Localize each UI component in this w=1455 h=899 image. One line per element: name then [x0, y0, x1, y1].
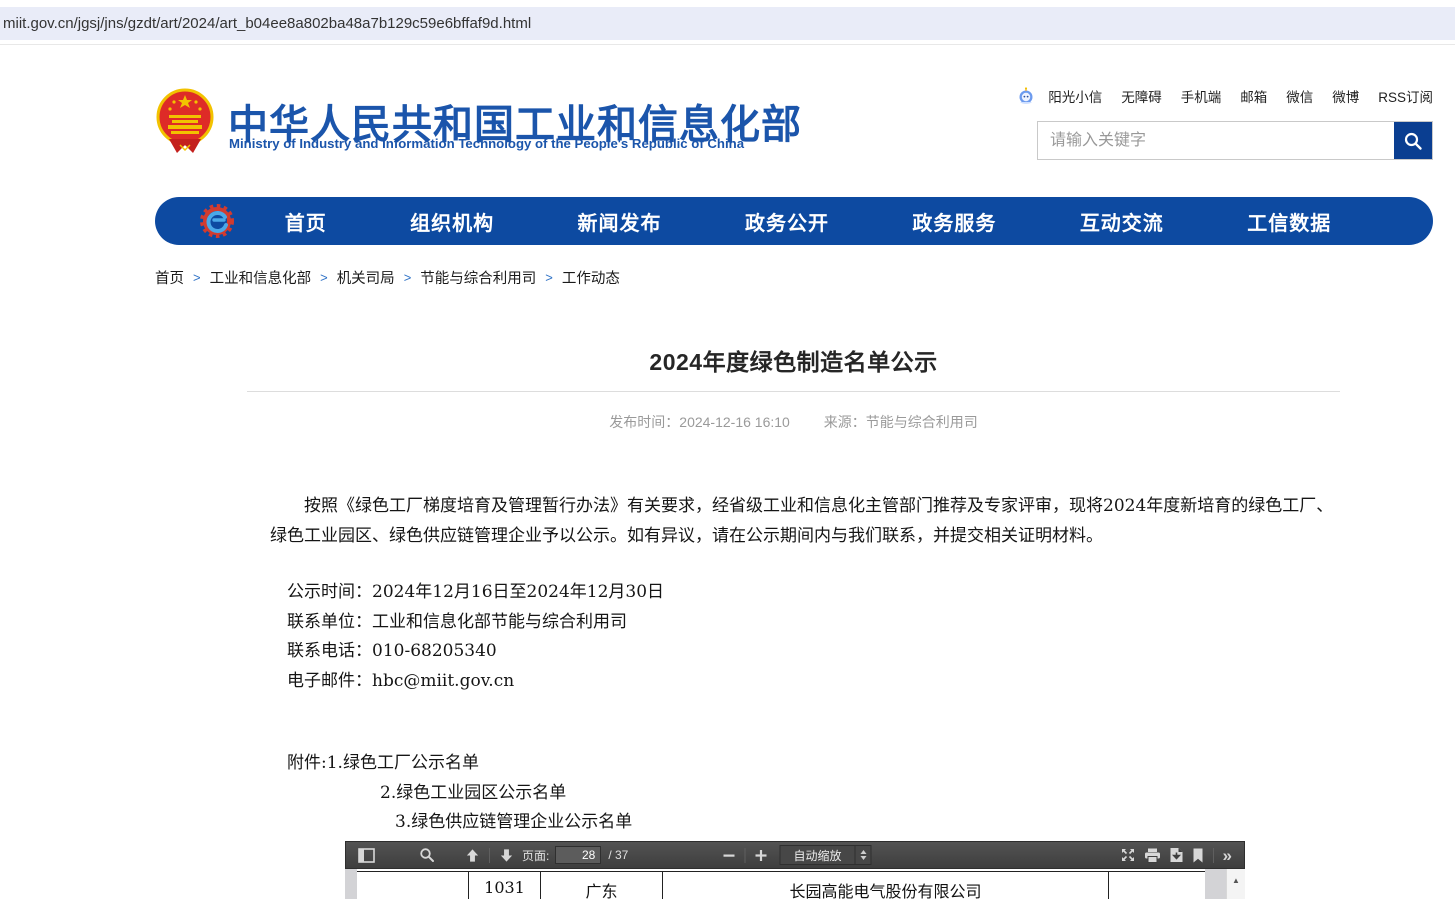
breadcrumb-separator: > — [320, 270, 328, 285]
breadcrumb-work-updates[interactable]: 工作动态 — [562, 267, 620, 288]
pdf-previous-page-button[interactable] — [461, 843, 484, 867]
attachment-list: 附件:1.绿色工厂公示名单 2.绿色工业园区公示名单 3.绿色供应链管理企业公示… — [270, 749, 1336, 838]
nav-item-news[interactable]: 新闻发布 — [578, 207, 662, 236]
plus-icon — [755, 849, 768, 862]
download-button[interactable] — [1165, 843, 1188, 867]
presentation-mode-button[interactable] — [1116, 843, 1140, 867]
main-navigation: 首页 组织机构 新闻发布 政务公开 政务服务 互动交流 工信数据 — [155, 197, 1433, 245]
pdf-next-page-button[interactable] — [495, 843, 518, 867]
quick-link-weibo[interactable]: 微博 — [1332, 86, 1359, 106]
nav-item-gov-services[interactable]: 政务服务 — [912, 207, 996, 236]
pdf-toolbar: 页面: / 37 自动缩放 — [345, 841, 1245, 869]
bookmark-icon — [1192, 848, 1204, 863]
table-cell-empty-left — [357, 872, 468, 899]
zoom-out-button[interactable] — [719, 843, 740, 867]
miit-gear-logo-icon[interactable] — [199, 203, 235, 239]
article-meta: 发布时间：2024-12-16 16:10 来源：节能与综合利用司 — [247, 412, 1340, 432]
attachment-3: 3.绿色供应链管理企业公示名单 — [395, 808, 1336, 838]
address-bar-divider — [0, 44, 1455, 45]
minus-icon — [723, 849, 736, 862]
contact-phone-line: 联系电话：010-68205340 — [287, 637, 1336, 667]
breadcrumb-separator: > — [404, 270, 412, 285]
nav-item-data[interactable]: 工信数据 — [1247, 207, 1331, 236]
pdf-sidebar-toggle-button[interactable] — [354, 843, 379, 867]
search-icon — [1403, 131, 1423, 151]
quick-link-mail[interactable]: 邮箱 — [1240, 86, 1267, 106]
breadcrumb-miit[interactable]: 工业和信息化部 — [210, 267, 312, 288]
bookmark-button[interactable] — [1188, 843, 1208, 867]
page-number-input[interactable] — [555, 846, 601, 864]
table-cell-province: 广东 — [540, 872, 662, 899]
nav-item-home[interactable]: 首页 — [285, 207, 327, 236]
title-divider — [247, 391, 1340, 392]
publish-time: 发布时间：2024-12-16 16:10 — [609, 414, 790, 430]
contact-info: 公示时间：2024年12月16日至2024年12月30日 联系单位：工业和信息化… — [287, 578, 1336, 696]
download-icon — [1169, 847, 1184, 863]
pdf-find-button[interactable] — [415, 843, 439, 867]
breadcrumb-separator: > — [193, 270, 201, 285]
page-title: 2024年度绿色制造名单公示 — [247, 343, 1340, 377]
nav-item-interaction[interactable]: 互动交流 — [1080, 207, 1164, 236]
table-cell-number: 1031 — [468, 872, 540, 899]
scroll-up-icon[interactable]: ▲ — [1232, 876, 1240, 885]
print-button[interactable] — [1140, 843, 1165, 867]
address-bar[interactable]: miit.gov.cn/jgsj/jns/gzdt/art/2024/art_b… — [0, 7, 1455, 40]
quick-link-rss[interactable]: RSS订阅 — [1378, 86, 1433, 106]
table-cell-empty-right — [1108, 872, 1205, 899]
pdf-toolbar-right: » — [1116, 843, 1236, 867]
national-emblem-logo — [155, 87, 215, 155]
site-subtitle: Ministry of Industry and Information Tec… — [229, 136, 744, 151]
pdf-zoom-controls: 自动缩放 — [719, 842, 872, 868]
breadcrumb-departments[interactable]: 机关司局 — [337, 267, 395, 288]
browser-window: miit.gov.cn/jgsj/jns/gzdt/art/2024/art_b… — [0, 0, 1455, 899]
quick-link-mobile[interactable]: 手机端 — [1181, 86, 1222, 106]
article-source: 来源：节能与综合利用司 — [824, 414, 978, 430]
arrow-down-icon — [499, 848, 514, 863]
quick-link-accessibility[interactable]: 无障碍 — [1121, 86, 1162, 106]
zoom-mode-select[interactable]: 自动缩放 — [780, 845, 872, 865]
breadcrumb-separator: > — [545, 270, 553, 285]
pdf-content-area: 1031 广东 长园高能电气股份有限公司 ▲ — [345, 869, 1245, 899]
publicity-period-line: 公示时间：2024年12月16日至2024年12月30日 — [287, 578, 1336, 608]
fullscreen-icon — [1120, 847, 1136, 863]
contact-email-line: 电子邮件：hbc@miit.gov.cn — [287, 667, 1336, 697]
pdf-page: 1031 广东 长园高能电气股份有限公司 — [357, 869, 1205, 899]
table-cell-company: 长园高能电气股份有限公司 — [662, 872, 1108, 899]
more-tools-button[interactable]: » — [1219, 843, 1236, 867]
page-total: / 37 — [608, 848, 628, 862]
pdf-viewer: 页面: / 37 自动缩放 — [345, 841, 1245, 899]
arrow-up-icon — [465, 848, 480, 863]
attachment-2: 2.绿色工业园区公示名单 — [380, 779, 1336, 809]
sidebar-toggle-icon — [358, 848, 375, 863]
search-input[interactable] — [1038, 122, 1394, 159]
breadcrumb: 首页 > 工业和信息化部 > 机关司局 > 节能与综合利用司 > 工作动态 — [155, 267, 620, 288]
quick-link-wechat[interactable]: 微信 — [1286, 86, 1313, 106]
quick-link-sunshine[interactable]: 阳光小信 — [1048, 86, 1102, 106]
pdf-table-row: 1031 广东 长园高能电气股份有限公司 — [357, 871, 1205, 899]
find-icon — [419, 847, 435, 863]
nav-item-gov-disclosure[interactable]: 政务公开 — [745, 207, 829, 236]
double-chevron-icon: » — [1223, 847, 1232, 864]
pdf-scrollbar[interactable]: ▲ — [1226, 869, 1245, 899]
zoom-mode-value: 自动缩放 — [781, 847, 855, 864]
breadcrumb-energy-dept[interactable]: 节能与综合利用司 — [420, 267, 536, 288]
zoom-in-button[interactable] — [751, 843, 772, 867]
article-body: 按照《绿色工厂梯度培育及管理暂行办法》有关要求，经省级工业和信息化主管部门推荐及… — [270, 492, 1336, 838]
header-quick-links: 阳光小信 无障碍 手机端 邮箱 微信 微博 RSS订阅 — [1017, 86, 1433, 106]
assistant-robot-icon[interactable] — [1017, 87, 1035, 105]
attachment-1: 附件:1.绿色工厂公示名单 — [287, 749, 1336, 779]
breadcrumb-home[interactable]: 首页 — [155, 267, 184, 288]
nav-item-organization[interactable]: 组织机构 — [410, 207, 494, 236]
select-caret-icon — [855, 846, 871, 864]
printer-icon — [1144, 848, 1161, 863]
page-label: 页面: — [522, 847, 549, 864]
nav-item-list: 首页 组织机构 新闻发布 政务公开 政务服务 互动交流 工信数据 — [243, 207, 1373, 236]
contact-unit-line: 联系单位：工业和信息化部节能与综合利用司 — [287, 608, 1336, 638]
search-button[interactable] — [1394, 122, 1432, 159]
article-paragraph: 按照《绿色工厂梯度培育及管理暂行办法》有关要求，经省级工业和信息化主管部门推荐及… — [270, 492, 1336, 551]
search-box — [1037, 121, 1433, 160]
